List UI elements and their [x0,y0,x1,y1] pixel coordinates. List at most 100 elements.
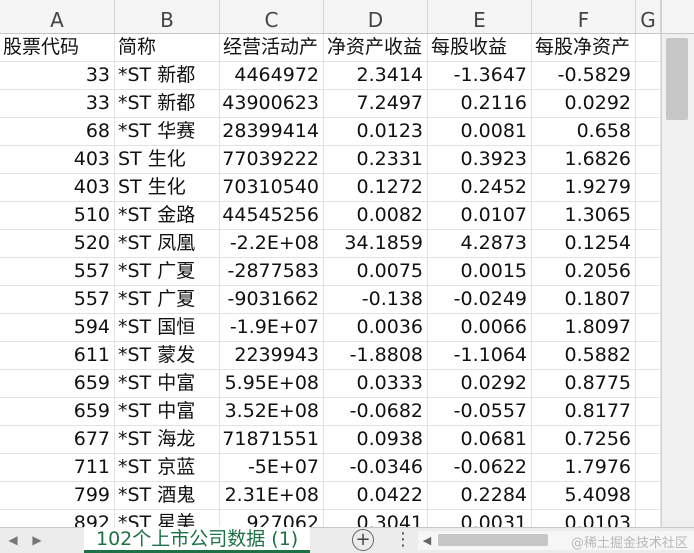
cell-navps[interactable]: 1.3065 [532,202,636,230]
cell-stock-code[interactable]: 33 [0,90,115,118]
cell-operating-cashflow[interactable]: 5.95E+08 [220,370,324,398]
vertical-scroll-thumb[interactable] [666,38,688,120]
cell-empty[interactable] [636,146,661,174]
cell-empty[interactable] [636,370,661,398]
cell-short-name[interactable]: *ST 凤凰 [115,230,220,258]
cell-stock-code[interactable]: 520 [0,230,115,258]
cell-short-name[interactable]: *ST 国恒 [115,314,220,342]
sheet-tab-active[interactable]: 102个上市公司数据 (1) [84,527,311,553]
cell-eps[interactable]: 0.0107 [428,202,532,230]
cell-roe[interactable]: -1.8808 [324,342,428,370]
cell-eps[interactable]: 0.0292 [428,370,532,398]
cell-eps[interactable]: 4.2873 [428,230,532,258]
cell-roe[interactable]: 0.0075 [324,258,428,286]
cell-operating-cashflow[interactable]: -2877583 [220,258,324,286]
cell-empty[interactable] [636,286,661,314]
cell-short-name[interactable]: *ST 新都 [115,62,220,90]
cell-operating-cashflow[interactable]: -5E+07 [220,454,324,482]
cell-roe[interactable]: -0.138 [324,286,428,314]
cell-stock-code[interactable]: 659 [0,370,115,398]
cell-roe[interactable]: 0.3041 [324,510,428,527]
header-cell-stock-code[interactable]: 股票代码 [0,34,115,62]
header-cell-roe[interactable]: 净资产收益 [324,34,428,62]
cell-stock-code[interactable]: 594 [0,314,115,342]
cell-eps[interactable]: -0.0249 [428,286,532,314]
cell-roe[interactable]: 0.0082 [324,202,428,230]
header-cell-navps[interactable]: 每股净资产 [532,34,636,62]
cell-navps[interactable]: 0.2056 [532,258,636,286]
cell-roe[interactable]: 0.2331 [324,146,428,174]
cell-short-name[interactable]: *ST 星美 [115,510,220,527]
cell-roe[interactable]: -0.0682 [324,398,428,426]
cell-stock-code[interactable]: 403 [0,146,115,174]
cell-empty[interactable] [636,202,661,230]
cell-empty[interactable] [636,62,661,90]
column-header-e[interactable]: E [428,0,532,33]
cell-empty[interactable] [636,258,661,286]
cell-stock-code[interactable]: 659 [0,398,115,426]
cell-eps[interactable]: -0.0557 [428,398,532,426]
cell-stock-code[interactable]: 677 [0,426,115,454]
cell-operating-cashflow[interactable]: 43900623 [220,90,324,118]
column-header-d[interactable]: D [324,0,428,33]
cell-navps[interactable]: 1.6826 [532,146,636,174]
column-header-b[interactable]: B [115,0,220,33]
cell-stock-code[interactable]: 557 [0,286,115,314]
cell-roe[interactable]: 0.0333 [324,370,428,398]
cell-stock-code[interactable]: 557 [0,258,115,286]
cell-empty[interactable] [636,90,661,118]
cell-short-name[interactable]: *ST 海龙 [115,426,220,454]
cell-eps[interactable]: -1.1064 [428,342,532,370]
cell-stock-code[interactable]: 611 [0,342,115,370]
cell-empty[interactable] [636,230,661,258]
cell-navps[interactable]: 0.8177 [532,398,636,426]
cell-navps[interactable]: 1.7976 [532,454,636,482]
cell-empty[interactable] [636,118,661,146]
cell-navps[interactable]: -0.5829 [532,62,636,90]
horizontal-scroll-thumb[interactable] [438,534,548,546]
cell-operating-cashflow[interactable]: 2.31E+08 [220,482,324,510]
cell-eps[interactable]: 0.2116 [428,90,532,118]
cell-navps[interactable]: 0.7256 [532,426,636,454]
cell-operating-cashflow[interactable]: -9031662 [220,286,324,314]
cell-stock-code[interactable]: 799 [0,482,115,510]
cell-operating-cashflow[interactable]: 3.52E+08 [220,398,324,426]
header-cell-short-name[interactable]: 简称 [115,34,220,62]
cell-short-name[interactable]: *ST 金路 [115,202,220,230]
more-options-icon[interactable]: ⋮ [394,528,412,553]
cell-roe[interactable]: 0.0422 [324,482,428,510]
header-cell-empty[interactable] [636,34,661,62]
cell-eps[interactable]: 0.0081 [428,118,532,146]
cell-empty[interactable] [636,426,661,454]
cell-operating-cashflow[interactable]: 44545256 [220,202,324,230]
cell-eps[interactable]: -1.3647 [428,62,532,90]
cell-navps[interactable]: 0.1807 [532,286,636,314]
cell-eps[interactable]: 0.3923 [428,146,532,174]
column-header-a[interactable]: A [0,0,115,33]
cell-operating-cashflow[interactable]: 71871551 [220,426,324,454]
cell-short-name[interactable]: *ST 蒙发 [115,342,220,370]
cell-operating-cashflow[interactable]: -2.2E+08 [220,230,324,258]
cell-short-name[interactable]: ST 生化 [115,174,220,202]
cell-roe[interactable]: 7.2497 [324,90,428,118]
cell-eps[interactable]: 0.0015 [428,258,532,286]
cell-operating-cashflow[interactable]: 2239943 [220,342,324,370]
cell-operating-cashflow[interactable]: 28399414 [220,118,324,146]
cell-short-name[interactable]: *ST 中富 [115,370,220,398]
cell-navps[interactable]: 1.8097 [532,314,636,342]
cell-roe[interactable]: 0.0036 [324,314,428,342]
cell-stock-code[interactable]: 510 [0,202,115,230]
column-header-g[interactable]: G [636,0,661,33]
cell-navps[interactable]: 0.1254 [532,230,636,258]
next-sheet-arrow-icon[interactable]: ▶ [26,528,48,553]
cell-operating-cashflow[interactable]: 77039222 [220,146,324,174]
cell-roe[interactable]: 0.0938 [324,426,428,454]
cell-roe[interactable]: -0.0346 [324,454,428,482]
cell-empty[interactable] [636,398,661,426]
prev-sheet-arrow-icon[interactable]: ◀ [2,528,24,553]
cell-short-name[interactable]: *ST 中富 [115,398,220,426]
scroll-left-icon[interactable]: ◀ [418,531,436,550]
cell-empty[interactable] [636,174,661,202]
cell-empty[interactable] [636,482,661,510]
cell-operating-cashflow[interactable]: 927062 [220,510,324,527]
